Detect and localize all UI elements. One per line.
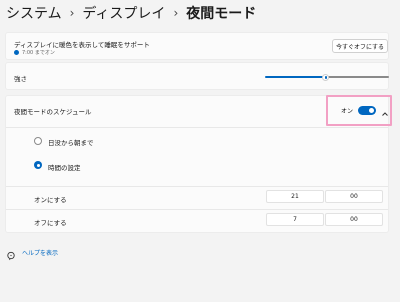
set-hours-label: 時間の設定 [48, 164, 81, 172]
strength-card: 強さ [5, 62, 389, 90]
strength-slider[interactable] [265, 71, 389, 83]
night-light-status-text: 7:00 までオン [22, 50, 55, 56]
radio-sunset-to-sunrise[interactable] [34, 137, 42, 145]
turn-on-minute[interactable]: 00 [325, 190, 383, 203]
breadcrumb-display[interactable]: ディスプレイ [82, 3, 165, 23]
schedule-toggle[interactable] [358, 106, 376, 115]
divider [6, 186, 388, 187]
schedule-state-text: オン [341, 108, 354, 115]
night-light-status: 7:00 までオン [14, 49, 55, 56]
help-icon [6, 246, 16, 261]
sunset-to-sunrise-label: 日没から朝まで [48, 139, 94, 147]
night-light-description: ディスプレイに暖色を表示して睡眠をサポート [14, 41, 150, 49]
turn-on-label: オンにする [34, 196, 67, 204]
breadcrumb-system[interactable]: システム [6, 3, 62, 23]
strength-label: 強さ [14, 75, 27, 83]
breadcrumb: システム › ディスプレイ › 夜間モード [6, 4, 256, 22]
chevron-up-icon[interactable] [381, 104, 389, 116]
help-link[interactable]: ヘルプを表示 [22, 248, 58, 257]
slider-track-empty [328, 76, 389, 78]
slider-thumb[interactable] [322, 73, 329, 81]
schedule-label: 夜間モードのスケジュール [14, 108, 92, 116]
slider-track-filled [265, 76, 324, 78]
turn-off-hour[interactable]: 7 [266, 213, 324, 226]
radio-set-hours[interactable] [34, 161, 42, 169]
night-light-status-card: ディスプレイに暖色を表示して睡眠をサポート 7:00 までオン 今すぐオフにする [5, 32, 389, 60]
divider [6, 127, 388, 128]
breadcrumb-separator-icon: › [69, 6, 75, 20]
turn-off-minute[interactable]: 00 [325, 213, 383, 226]
turn-off-now-button[interactable]: 今すぐオフにする [332, 39, 388, 53]
status-dot-icon [14, 50, 19, 55]
turn-off-label: オフにする [34, 219, 67, 227]
breadcrumb-separator-icon: › [173, 6, 179, 20]
divider [6, 209, 388, 210]
page-title: 夜間モード [186, 6, 257, 22]
highlight-box: オン [326, 95, 392, 126]
turn-on-hour[interactable]: 21 [266, 190, 324, 203]
